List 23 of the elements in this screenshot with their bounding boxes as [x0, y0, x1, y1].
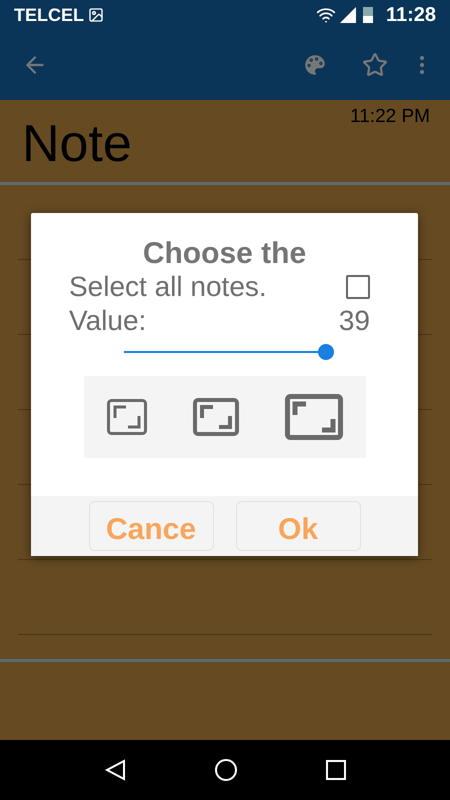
- note-time: 11:22 PM: [350, 106, 430, 129]
- palette-icon[interactable]: [302, 52, 328, 78]
- home-icon[interactable]: [214, 758, 238, 782]
- frame-icon[interactable]: [284, 394, 342, 440]
- battery-icon: [362, 6, 374, 24]
- ok-button[interactable]: Ok: [236, 501, 360, 551]
- recents-icon[interactable]: [326, 760, 346, 780]
- slider-thumb[interactable]: [318, 344, 334, 360]
- carrier-name: TELCEL: [14, 4, 84, 26]
- checkbox[interactable]: [346, 275, 370, 299]
- frame-icon[interactable]: [106, 399, 146, 435]
- note-title: Note: [22, 114, 132, 175]
- cancel-button[interactable]: Cance: [88, 501, 214, 551]
- dialog-title: Choose the: [142, 237, 306, 271]
- frame-icon[interactable]: [192, 398, 238, 436]
- star-icon[interactable]: [362, 52, 388, 78]
- value-reading: 39: [338, 305, 370, 337]
- image-icon: [88, 7, 104, 23]
- value-label: Value:: [69, 305, 146, 337]
- select-all-label: Select all notes.: [69, 271, 267, 303]
- signal-icon: [340, 7, 358, 23]
- clock: 11:28: [386, 4, 436, 26]
- back-nav-icon[interactable]: [104, 759, 126, 781]
